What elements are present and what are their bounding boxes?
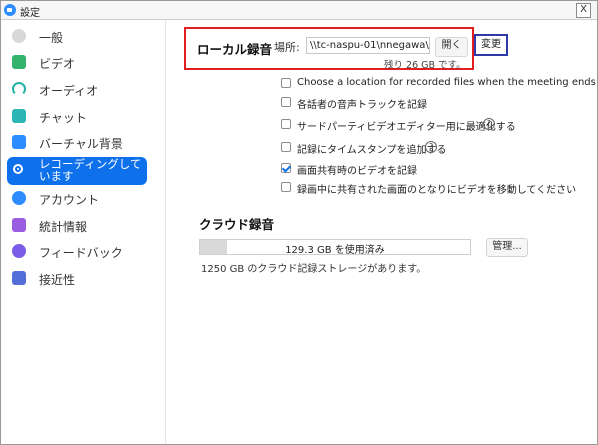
window-title: 設定 (20, 8, 40, 19)
sidebar-item-accessibility[interactable]: 接近性 (7, 268, 147, 290)
manage-button[interactable]: 管理... (486, 238, 528, 257)
gear-icon (12, 29, 26, 43)
sidebar-item-label: オーディオ (39, 84, 99, 98)
sidebar-item-label: アカウント (39, 193, 100, 207)
feedback-icon (12, 244, 26, 258)
local-recording-title: ローカル録音 (197, 42, 273, 57)
checkbox[interactable] (281, 97, 291, 107)
sidebar-item-label: フィードバック (39, 246, 123, 260)
settings-window: 設定 X 一般 ビデオ オーディオ チャット バーチャル背景 レコーディングして… (0, 0, 598, 445)
option-optimize-editor[interactable]: サードパーティビデオエディター用に最適化する ? (281, 118, 581, 133)
sidebar-item-audio[interactable]: オーディオ (7, 79, 147, 101)
option-separate-audio[interactable]: 各話者の音声トラックを記録 (281, 96, 581, 111)
stats-icon (12, 218, 26, 232)
help-icon[interactable]: ? (425, 141, 437, 153)
sidebar-item-chat[interactable]: チャット (7, 106, 147, 128)
headphones-icon (12, 82, 26, 96)
remaining-space: 残り 26 GB です。 (384, 60, 466, 71)
cloud-usage-bar: 129.3 GB を使用済み (199, 239, 471, 256)
option-label: Choose a location for recorded files whe… (297, 77, 596, 88)
sidebar-item-label: チャット (39, 111, 87, 125)
location-label: 場所: (274, 41, 300, 54)
chat-icon (12, 109, 26, 123)
sidebar-item-virtual-background[interactable]: バーチャル背景 (7, 132, 147, 154)
sidebar-item-label: ビデオ (39, 57, 76, 71)
sidebar-item-video[interactable]: ビデオ (7, 52, 147, 74)
option-timestamp[interactable]: 記録にタイムスタンプを追加する ? (281, 141, 581, 156)
sidebar-item-recording[interactable]: レコーディングしています (7, 157, 147, 185)
close-button[interactable]: X (576, 3, 591, 18)
sidebar-item-label: バーチャル背景 (39, 137, 123, 151)
cloud-recording-title: クラウド録音 (199, 217, 275, 232)
recording-settings-panel: ローカル録音 場所: \\tc-naspu-01\nnegawa\My Doc … (166, 20, 597, 444)
title-bar: 設定 X (1, 1, 597, 20)
sidebar-item-label: 統計情報 (39, 220, 88, 234)
account-icon (12, 191, 26, 205)
option-label: 録画中に共有された画面のとなりにビデオを移動してください (297, 185, 577, 196)
zoom-app-icon (4, 4, 16, 16)
checkbox[interactable] (281, 182, 291, 192)
sidebar-item-statistics[interactable]: 統計情報 (7, 215, 147, 237)
checkbox[interactable] (281, 163, 291, 173)
sidebar-item-general[interactable]: 一般 (7, 26, 147, 48)
checkbox[interactable] (281, 78, 291, 88)
sidebar-item-label: レコーディングしています (39, 157, 142, 183)
accessibility-icon (12, 271, 26, 285)
option-choose-location[interactable]: Choose a location for recorded files whe… (281, 77, 596, 91)
cloud-usage-text: 129.3 GB を使用済み (285, 245, 385, 256)
open-button[interactable]: 開く (435, 37, 468, 57)
record-icon (13, 164, 23, 174)
help-icon[interactable]: ? (483, 118, 495, 130)
video-icon (12, 55, 26, 69)
person-icon (12, 135, 26, 149)
sidebar-item-account[interactable]: アカウント (7, 188, 147, 210)
cloud-storage-note: 1250 GB のクラウド記録ストレージがあります。 (201, 264, 427, 275)
change-button[interactable]: 変更 (474, 34, 508, 56)
sidebar: 一般 ビデオ オーディオ チャット バーチャル背景 レコーディングしています ア… (1, 20, 166, 444)
checkbox[interactable] (281, 142, 291, 152)
option-record-video-share[interactable]: 画面共有時のビデオを記録 (281, 162, 581, 177)
recording-location-input[interactable]: \\tc-naspu-01\nnegawa\My Doc (306, 37, 430, 54)
sidebar-item-label: 接近性 (39, 273, 76, 287)
option-label: 画面共有時のビデオを記録 (297, 166, 417, 177)
checkbox[interactable] (281, 119, 291, 129)
sidebar-item-feedback[interactable]: フィードバック (7, 241, 147, 263)
option-move-video[interactable]: 録画中に共有された画面のとなりにビデオを移動してください (281, 181, 591, 196)
option-label: 各話者の音声トラックを記録 (297, 100, 427, 111)
sidebar-item-label: 一般 (39, 31, 64, 45)
option-label: 記録にタイムスタンプを追加する (297, 145, 447, 156)
